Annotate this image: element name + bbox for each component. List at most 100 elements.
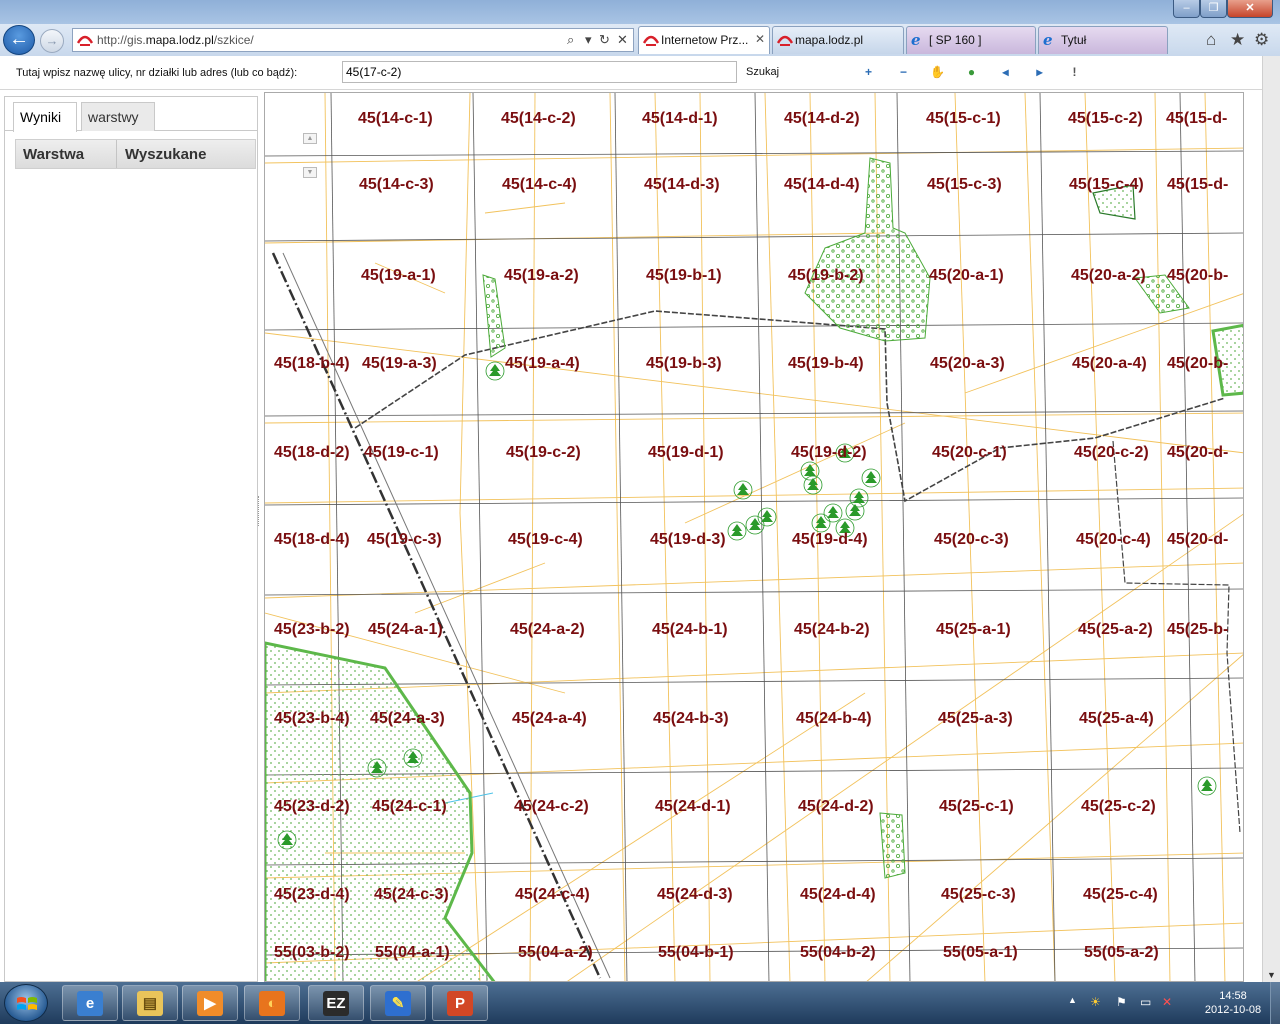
- start-button[interactable]: [4, 984, 48, 1022]
- dropdown-chevron-icon[interactable]: ▾: [585, 32, 592, 48]
- search-button[interactable]: Szukaj: [746, 66, 779, 78]
- zoom-out-icon[interactable]: −: [895, 64, 912, 81]
- ez-app-icon: EZ: [323, 991, 349, 1016]
- tree-icon: [823, 503, 843, 523]
- parcel-label: 45(19-a-2): [504, 267, 579, 284]
- parcel-label: 45(14-d-4): [784, 176, 860, 193]
- maximize-button[interactable]: ❐: [1200, 0, 1227, 18]
- zoom-previous-icon[interactable]: ◂: [997, 64, 1014, 81]
- tab-wyniki[interactable]: Wyniki: [13, 102, 77, 132]
- ie-page-icon: e: [1043, 31, 1053, 49]
- tab-warstwy[interactable]: warstwy: [81, 102, 155, 131]
- parcel-label: 55(05-a-2): [1084, 944, 1159, 961]
- zoom-next-icon[interactable]: ▸: [1031, 64, 1048, 81]
- zoom-in-icon[interactable]: +: [860, 64, 877, 81]
- parcel-label: 45(24-b-2): [794, 621, 870, 638]
- parcel-label: 45(19-a-4): [505, 355, 580, 372]
- search-icon[interactable]: ⌕: [567, 32, 574, 48]
- road-line: [459, 93, 471, 514]
- map-view[interactable]: 45(14-c-1) 45(14-c-2) 45(14-d-1) 45(14-d-2)…: [264, 92, 1244, 982]
- panel-splitter[interactable]: [258, 496, 262, 526]
- scroll-down-arrow-icon[interactable]: ▼: [1267, 970, 1276, 980]
- tab-label: Tytuł: [1061, 33, 1087, 47]
- home-icon[interactable]: ⌂: [1206, 30, 1216, 50]
- network-tray-icon[interactable]: ▭: [1140, 995, 1151, 1009]
- column-divider: [116, 140, 117, 168]
- pan-hand-icon[interactable]: ✋: [929, 64, 946, 81]
- show-desktop-button[interactable]: [1270, 982, 1280, 1024]
- road-line: [764, 93, 791, 981]
- volume-muted-icon[interactable]: ✕: [1162, 995, 1172, 1009]
- clock-time: 14:58: [1219, 990, 1247, 1002]
- parcel-label: 55(05-a-1): [943, 944, 1018, 961]
- explorer-folder-task[interactable]: ▤: [122, 985, 178, 1021]
- tree-icon: [849, 488, 869, 508]
- grid-line: [754, 93, 770, 981]
- parcel-label: 45(19-c-4): [508, 531, 583, 548]
- stop-icon[interactable]: ✕: [617, 32, 628, 48]
- map-pan-up-button[interactable]: ▲: [303, 133, 317, 144]
- page-scrollbar[interactable]: ▼: [1262, 56, 1280, 982]
- tab-sp160[interactable]: e [ SP 160 ]: [906, 26, 1036, 54]
- back-button[interactable]: ←: [3, 25, 35, 55]
- tree-icon-shape: [827, 506, 839, 518]
- search-toolbar: Tutaj wpisz nazwę ulicy, nr działki lub …: [0, 56, 1262, 90]
- grid-line: [265, 410, 1243, 417]
- info-icon[interactable]: !: [1066, 64, 1083, 81]
- parcel-label: 45(23-b-4): [274, 710, 350, 727]
- action-center-flag-icon[interactable]: ⚑: [1116, 995, 1127, 1009]
- search-input[interactable]: [342, 61, 737, 83]
- tab-close-icon[interactable]: ✕: [755, 32, 765, 46]
- site-logo-icon: [77, 35, 93, 46]
- parcel-label: 45(20-a-4): [1072, 355, 1147, 372]
- tab-mapa-lodz[interactable]: mapa.lodz.pl: [772, 26, 904, 54]
- parcel-label: 45(20-d-: [1167, 444, 1228, 461]
- column-header-wyszukane[interactable]: Wyszukane: [125, 146, 206, 163]
- grid-line: [614, 93, 628, 981]
- parcel-label: 55(04-a-2): [518, 944, 593, 961]
- tray-clock[interactable]: 14:58 2012-10-08: [1196, 989, 1270, 1017]
- column-header-warstwa[interactable]: Warstwa: [23, 146, 84, 163]
- ez-app-task[interactable]: EZ: [308, 985, 364, 1021]
- internet-explorer-icon: e: [77, 991, 103, 1016]
- powerpoint-task[interactable]: P: [432, 985, 488, 1021]
- explorer-folder-icon: ▤: [137, 991, 163, 1016]
- tools-gear-icon[interactable]: ⚙: [1254, 30, 1269, 50]
- full-extent-icon[interactable]: ●: [963, 64, 980, 81]
- internet-explorer-task[interactable]: e: [62, 985, 118, 1021]
- map-pan-down-button[interactable]: ▼: [303, 167, 317, 178]
- parcel-label: 45(19-c-3): [367, 531, 442, 548]
- parcel-label: 45(18-d-2): [274, 444, 350, 461]
- road-line: [265, 332, 1243, 454]
- address-url[interactable]: http://gis.mapa.lodz.pl/szkice/: [97, 33, 254, 47]
- close-window-button[interactable]: ✕: [1227, 0, 1273, 18]
- parcel-label: 45(20-b-: [1167, 355, 1228, 372]
- minimize-button[interactable]: –: [1173, 0, 1200, 18]
- media-player-task[interactable]: ▶: [182, 985, 238, 1021]
- grid-line: [472, 93, 488, 981]
- forward-button[interactable]: →: [40, 29, 64, 53]
- parcel-label: 45(19-d-1): [648, 444, 724, 461]
- tab-internetow[interactable]: Internetow Prz... ✕: [638, 26, 770, 54]
- refresh-icon[interactable]: ↻: [599, 32, 610, 48]
- road-line: [459, 512, 481, 981]
- drawing-app-task[interactable]: ✎: [370, 985, 426, 1021]
- parcel-label: 45(24-a-4): [512, 710, 587, 727]
- parcel-label: 45(19-d-3): [650, 531, 726, 548]
- parcel-label: 45(25-b-: [1167, 621, 1228, 638]
- windows-logo-icon: [17, 997, 37, 1010]
- tab-tytul[interactable]: e Tytuł: [1038, 26, 1168, 54]
- address-bar[interactable]: http://gis.mapa.lodz.pl/szkice/ ⌕ ▾ ↻ ✕: [72, 28, 634, 52]
- parcel-label: 45(24-b-4): [796, 710, 872, 727]
- tree-icon-shape: [865, 471, 877, 483]
- favorites-star-icon[interactable]: ★: [1230, 30, 1245, 50]
- firefox-task[interactable]: ◐: [244, 985, 300, 1021]
- tree-icon: [803, 475, 823, 495]
- road-line: [484, 202, 566, 214]
- parcel-label: 55(04-b-1): [658, 944, 734, 961]
- map-canvas[interactable]: 45(14-c-1) 45(14-c-2) 45(14-d-1) 45(14-d-2)…: [265, 93, 1244, 982]
- road-line: [265, 562, 1243, 599]
- parcel-label: 45(24-d-3): [657, 886, 733, 903]
- tray-expand-icon[interactable]: ▲: [1068, 995, 1077, 1005]
- weather-tray-icon[interactable]: ☀: [1090, 995, 1101, 1009]
